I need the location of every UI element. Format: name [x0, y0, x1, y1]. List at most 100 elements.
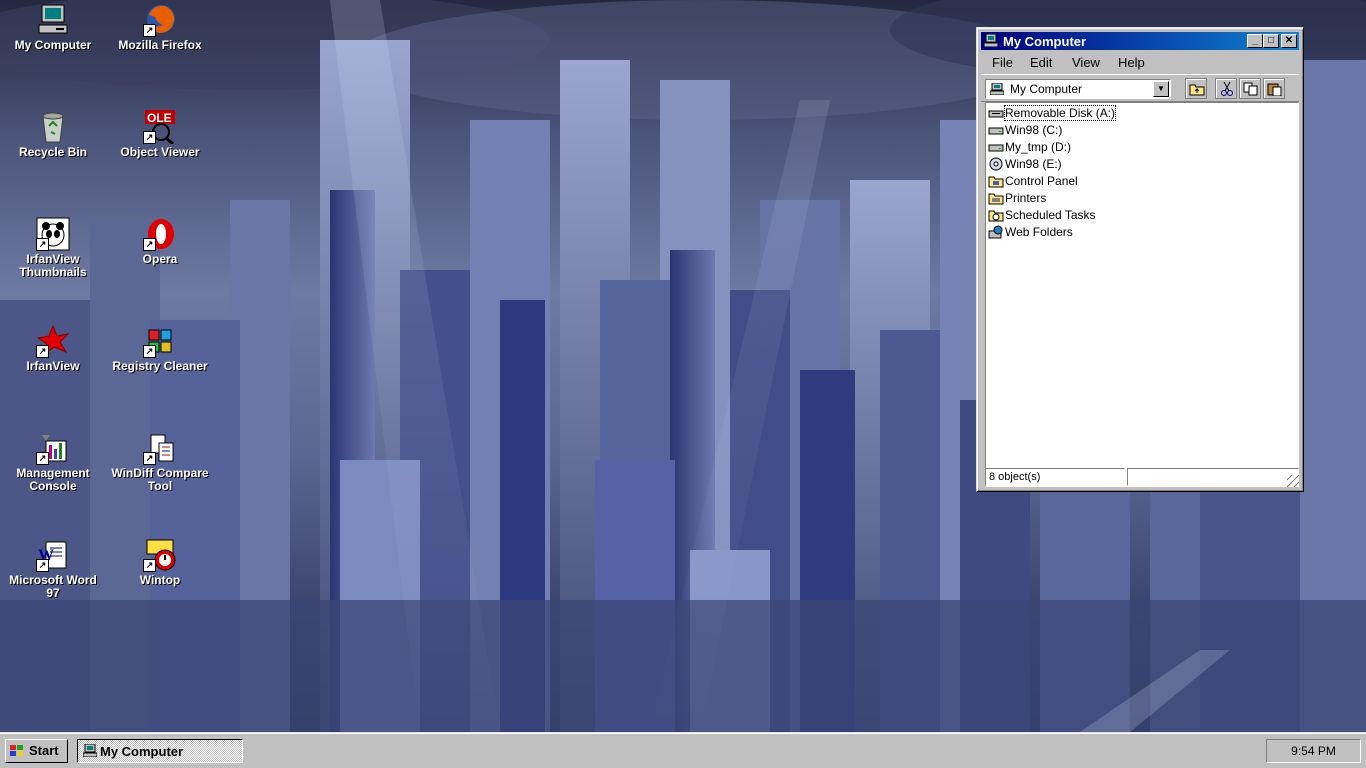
desktop-icon-registry-cleaner[interactable]: ↗ Registry Cleaner — [110, 324, 210, 373]
computer-icon — [989, 82, 1005, 96]
wintop-icon: ↗ — [143, 538, 177, 572]
desktop-icon-label: Opera — [142, 252, 178, 266]
item-label: Control Panel — [1005, 174, 1078, 188]
desktop-icon-label: WinDiff Compare Tool — [111, 466, 209, 493]
desktop-icon-opera[interactable]: ↗ Opera — [110, 217, 210, 266]
desktop-icon-label: IrfanView Thumbnails — [19, 252, 87, 279]
item-label: Removable Disk (A:) — [1003, 105, 1117, 121]
minimize-icon: _ — [1252, 35, 1258, 46]
resize-grip[interactable] — [1287, 475, 1299, 487]
desktop-icon-my-computer[interactable]: My Computer — [3, 3, 103, 52]
shortcut-arrow-icon: ↗ — [143, 559, 156, 572]
recycle-bin-icon — [36, 110, 70, 144]
item-label: Printers — [1005, 191, 1047, 205]
desktop-icon-label: My Computer — [14, 38, 92, 52]
minimize-button[interactable]: _ — [1247, 34, 1263, 48]
cd-drive-icon — [988, 157, 1004, 171]
irfanview-thumbnails-icon: ↗ — [36, 217, 70, 251]
desktop-icon-label: Management Console — [16, 466, 90, 493]
shortcut-arrow-icon: ↗ — [36, 452, 49, 465]
windiff-icon: ↗ — [143, 431, 177, 465]
file-list-view[interactable]: Removable Disk (A:) Win98 (C:) My_tmp (D… — [985, 102, 1299, 487]
desktop-icon-label: Recycle Bin — [18, 145, 88, 159]
menu-file[interactable]: File — [992, 55, 1013, 70]
address-dropdown-button[interactable]: ▼ — [1153, 81, 1169, 97]
shortcut-arrow-icon: ↗ — [143, 238, 156, 251]
floppy-drive-icon — [988, 106, 1004, 120]
desktop-icon-recycle-bin[interactable]: Recycle Bin — [3, 110, 103, 159]
my-computer-window[interactable]: My Computer _ □ ✕ File Edit View Help My… — [976, 27, 1304, 492]
desktop-icon-label: Wintop — [139, 573, 181, 587]
menu-edit[interactable]: Edit — [1030, 55, 1052, 70]
registry-cleaner-icon: ↗ — [143, 324, 177, 358]
desktop-icon-label: IrfanView — [26, 359, 80, 373]
system-tray-clock[interactable]: 9:54 PM — [1266, 739, 1361, 763]
desktop-icon-label: Object Viewer — [120, 145, 200, 159]
object-viewer-icon: OLE ↗ — [143, 110, 177, 146]
desktop-icon-irfanview-thumbnails[interactable]: ↗ IrfanView Thumbnails — [3, 217, 103, 279]
shortcut-arrow-icon: ↗ — [143, 24, 156, 37]
window-title: My Computer — [1003, 34, 1087, 49]
maximize-icon: □ — [1267, 35, 1275, 46]
up-one-level-button[interactable] — [1185, 78, 1207, 99]
maximize-button[interactable]: □ — [1263, 34, 1279, 48]
desktop-icon-microsoft-word[interactable]: W ↗ Microsoft Word 97 — [3, 538, 103, 600]
irfanview-icon: ↗ — [36, 324, 70, 358]
folder-up-icon — [1189, 84, 1205, 96]
status-pane-count: 8 object(s) — [985, 468, 1125, 486]
window-titlebar[interactable]: My Computer _ □ ✕ — [981, 32, 1299, 50]
my-computer-icon — [36, 3, 70, 37]
start-button[interactable]: Start — [5, 739, 68, 763]
desktop-icon-windiff[interactable]: ↗ WinDiff Compare Tool — [110, 431, 210, 493]
start-label: Start — [29, 743, 59, 758]
shortcut-arrow-icon: ↗ — [36, 559, 49, 572]
desktop-icon-wintop[interactable]: ↗ Wintop — [110, 538, 210, 587]
desktop-icon-object-viewer[interactable]: OLE ↗ Object Viewer — [110, 110, 210, 159]
item-label: Web Folders — [1005, 225, 1073, 239]
control-panel-folder-icon — [988, 174, 1004, 188]
hard-drive-icon — [988, 140, 1004, 154]
windows-logo-icon — [9, 744, 25, 758]
desktop-icon-mozilla-firefox[interactable]: ↗ Mozilla Firefox — [110, 3, 210, 52]
paste-button[interactable] — [1263, 78, 1285, 99]
desktop-icon-management-console[interactable]: ↗ Management Console — [3, 431, 103, 493]
shortcut-arrow-icon: ↗ — [143, 345, 156, 358]
status-pane-empty — [1127, 468, 1299, 486]
computer-icon — [983, 33, 999, 48]
shortcut-arrow-icon: ↗ — [36, 238, 49, 251]
web-folders-icon — [988, 225, 1004, 239]
cut-button[interactable] — [1215, 78, 1237, 99]
opera-icon: ↗ — [143, 217, 177, 251]
address-value: My Computer — [1010, 82, 1083, 96]
paste-icon — [1267, 83, 1282, 96]
menu-bar: File Edit View Help — [981, 52, 1299, 72]
taskbar-item-label: My Computer — [100, 744, 184, 759]
taskbar-item-my-computer[interactable]: My Computer — [77, 739, 243, 763]
address-combobox[interactable]: My Computer ▼ — [985, 79, 1171, 99]
computer-icon — [82, 743, 98, 758]
shortcut-arrow-icon: ↗ — [143, 452, 156, 465]
item-label: Win98 (E:) — [1005, 157, 1062, 171]
desktop-icon-label: Mozilla Firefox — [118, 38, 202, 52]
scissors-icon — [1221, 82, 1233, 96]
word-icon: W ↗ — [36, 538, 70, 572]
item-label: Win98 (C:) — [1005, 123, 1063, 137]
clock-text: 9:54 PM — [1291, 744, 1336, 758]
copy-button[interactable] — [1239, 78, 1261, 99]
status-text: 8 object(s) — [989, 471, 1041, 483]
menu-help[interactable]: Help — [1118, 55, 1145, 70]
copy-icon — [1243, 82, 1258, 96]
status-bar: 8 object(s) — [981, 467, 1299, 487]
hard-drive-icon — [988, 123, 1004, 137]
shortcut-arrow-icon: ↗ — [36, 345, 49, 358]
svg-text:OLE: OLE — [147, 111, 172, 125]
printers-folder-icon — [988, 191, 1004, 205]
chevron-down-icon: ▼ — [1157, 84, 1165, 93]
close-button[interactable]: ✕ — [1281, 34, 1297, 48]
desktop-icon-irfanview[interactable]: ↗ IrfanView — [3, 324, 103, 373]
shortcut-arrow-icon: ↗ — [143, 131, 156, 144]
management-console-icon: ↗ — [36, 431, 70, 465]
item-label: Scheduled Tasks — [1005, 208, 1096, 222]
item-label: My_tmp (D:) — [1005, 140, 1071, 154]
menu-view[interactable]: View — [1072, 55, 1100, 70]
